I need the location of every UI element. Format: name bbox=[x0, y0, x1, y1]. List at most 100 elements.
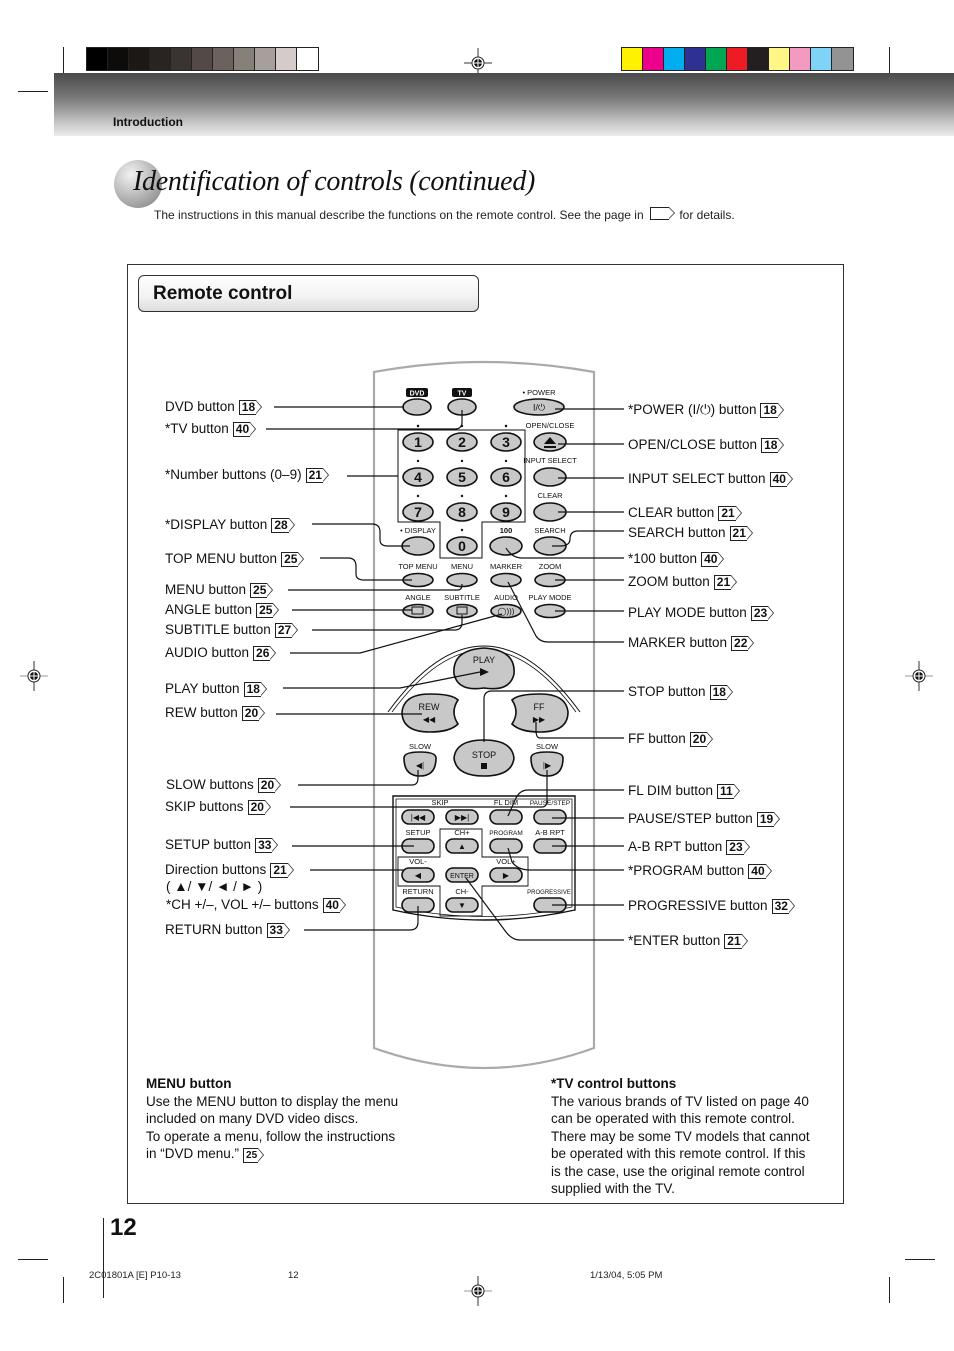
callout-label-text: DVD button bbox=[165, 399, 235, 414]
up-arrow-icon: ▲ bbox=[458, 842, 466, 851]
footer-job-id: 2C01801A [E] P10-13 bbox=[89, 1270, 181, 1281]
callout-label-text: ANGLE button bbox=[165, 602, 253, 617]
callout-label-text: SKIP buttons bbox=[165, 799, 244, 814]
page-ref-badge: 21 bbox=[729, 526, 754, 541]
ch-minus-label: CH- bbox=[455, 887, 469, 896]
subtitle-label: SUBTITLE bbox=[444, 593, 480, 602]
callout-label-text: PLAY MODE button bbox=[628, 605, 747, 620]
callout-label: SLOW buttons 20 bbox=[166, 777, 282, 793]
rew-button[interactable] bbox=[401, 693, 460, 733]
rew-label: REW bbox=[419, 702, 441, 712]
callout-label-text: *POWER (I/⏻) button bbox=[628, 402, 757, 417]
program-button[interactable] bbox=[489, 838, 523, 854]
page-ref-badge: 40 bbox=[232, 422, 257, 437]
callout-label-text: TOP MENU button bbox=[165, 551, 278, 566]
rew-icon: ◀◀ bbox=[423, 715, 436, 724]
number-button-label: 6 bbox=[502, 469, 510, 485]
skip-back-icon: |◀◀ bbox=[411, 813, 426, 822]
ab-rpt-label: A-B RPT bbox=[535, 828, 565, 837]
callout-label: A-B RPT button 23 bbox=[628, 839, 751, 855]
tv-badge-text: TV bbox=[458, 391, 467, 398]
tv-note-line: There may be some TV models that cannot bbox=[551, 1128, 810, 1144]
number-button-label: 1 bbox=[414, 434, 422, 450]
page-ref-badge: 18 bbox=[761, 438, 785, 453]
page-ref-badge: 20 bbox=[241, 706, 266, 721]
callout-label-text: MENU button bbox=[165, 582, 247, 597]
dvd-button[interactable] bbox=[402, 398, 432, 416]
menu-note-line: To operate a menu, follow the instructio… bbox=[146, 1128, 396, 1144]
ff-label: FF bbox=[534, 702, 545, 712]
callout-label: SETUP button 33 bbox=[165, 837, 279, 853]
callout-label-text: PAUSE/STEP button bbox=[628, 811, 753, 826]
marker-button[interactable] bbox=[490, 572, 522, 588]
return-label: RETURN bbox=[402, 887, 433, 896]
page-ref-badge: 25 bbox=[281, 552, 305, 567]
page-ref-badge: 40 bbox=[322, 898, 347, 913]
left-arrow-icon: ◀ bbox=[415, 871, 422, 880]
play-label: PLAY bbox=[473, 655, 495, 665]
number-button-label: 3 bbox=[502, 434, 510, 450]
page-ref-badge: 33 bbox=[266, 923, 291, 938]
page-ref-badge: 11 bbox=[717, 784, 740, 799]
number-button-label: 8 bbox=[458, 504, 466, 520]
callout-label: AUDIO button 26 bbox=[165, 645, 277, 661]
callout-label-text: SLOW buttons bbox=[166, 777, 254, 792]
page-ref-badge: 28 bbox=[271, 518, 296, 533]
callout-label: PLAY button 18 bbox=[165, 681, 268, 697]
tv-control-note: *TV control buttons The various brands o… bbox=[551, 1075, 826, 1198]
power-label: • POWER bbox=[522, 388, 556, 397]
skip-forward-icon: ▶▶| bbox=[455, 813, 469, 822]
menu-note-line: Use the MENU button to display the menu bbox=[146, 1093, 399, 1109]
fl-dim-button[interactable] bbox=[489, 809, 523, 825]
angle-label: ANGLE bbox=[405, 593, 430, 602]
callout-label-text: OPEN/CLOSE button bbox=[628, 437, 758, 452]
callout-label-text: RETURN button bbox=[165, 922, 263, 937]
ff-button[interactable] bbox=[510, 693, 569, 733]
callout-label-text: PROGRESSIVE button bbox=[628, 898, 768, 913]
page-ref-badge: 18 bbox=[238, 400, 263, 415]
menu-label: MENU bbox=[451, 562, 473, 571]
program-label: PROGRAM bbox=[489, 830, 523, 837]
page-ref-badge: 22 bbox=[731, 636, 755, 651]
skip-label: SKIP bbox=[431, 798, 448, 807]
pause-step-button[interactable] bbox=[533, 809, 567, 825]
input-select-label: INPUT SELECT bbox=[523, 456, 577, 465]
callout-label-text: *Number buttons (0–9) bbox=[165, 467, 302, 482]
callout-label: PAUSE/STEP button 19 bbox=[628, 811, 781, 827]
callout-label: RETURN button 33 bbox=[165, 922, 291, 938]
tv-note-title: *TV control buttons bbox=[551, 1076, 677, 1091]
page-ref-badge: 40 bbox=[701, 552, 725, 567]
callout-label-text: SUBTITLE button bbox=[165, 622, 271, 637]
tv-note-line: The various brands of TV listed on page … bbox=[551, 1093, 809, 1109]
page-ref-badge: 25 bbox=[243, 1148, 265, 1163]
menu-note-line: in “DVD menu.” 25 bbox=[146, 1145, 436, 1163]
callout-label: CLEAR button 21 bbox=[628, 505, 743, 521]
vol-plus-label: VOL+ bbox=[496, 857, 516, 866]
page-ref-badge: 25 bbox=[250, 583, 274, 598]
menu-note-line-text: in “DVD menu.” bbox=[146, 1146, 240, 1161]
button-dot bbox=[504, 424, 508, 428]
vol-minus-label: VOL- bbox=[409, 857, 427, 866]
marker-label: MARKER bbox=[490, 562, 523, 571]
power-glyph: I/⏻ bbox=[533, 403, 545, 413]
button-dot bbox=[504, 459, 508, 463]
number-button-label: 2 bbox=[458, 434, 466, 450]
input-select-button[interactable] bbox=[533, 467, 567, 487]
angle-button[interactable] bbox=[402, 603, 434, 619]
callout-label: *DISPLAY button 28 bbox=[165, 517, 296, 533]
page-ref-badge: 32 bbox=[771, 899, 796, 914]
page-ref-badge: 27 bbox=[274, 623, 299, 638]
page-ref-badge: 40 bbox=[769, 472, 794, 487]
callout-label-text: SEARCH button bbox=[628, 525, 726, 540]
callout-label: DVD button 18 bbox=[165, 399, 263, 415]
callout-label: ( ▲/ ▼/ ◄ / ► ) bbox=[166, 879, 262, 895]
hundred-button[interactable] bbox=[489, 536, 523, 556]
stop-label: STOP bbox=[472, 750, 496, 760]
callout-label: MENU button 25 bbox=[165, 582, 274, 598]
callout-label-text: MARKER button bbox=[628, 635, 728, 650]
page-ref-badge: 23 bbox=[750, 606, 775, 621]
callout-label: PROGRESSIVE button 32 bbox=[628, 898, 796, 914]
play-mode-label: PLAY MODE bbox=[528, 593, 571, 602]
page-ref-badge: 20 bbox=[257, 778, 282, 793]
page-ref-badge: 20 bbox=[247, 800, 272, 815]
